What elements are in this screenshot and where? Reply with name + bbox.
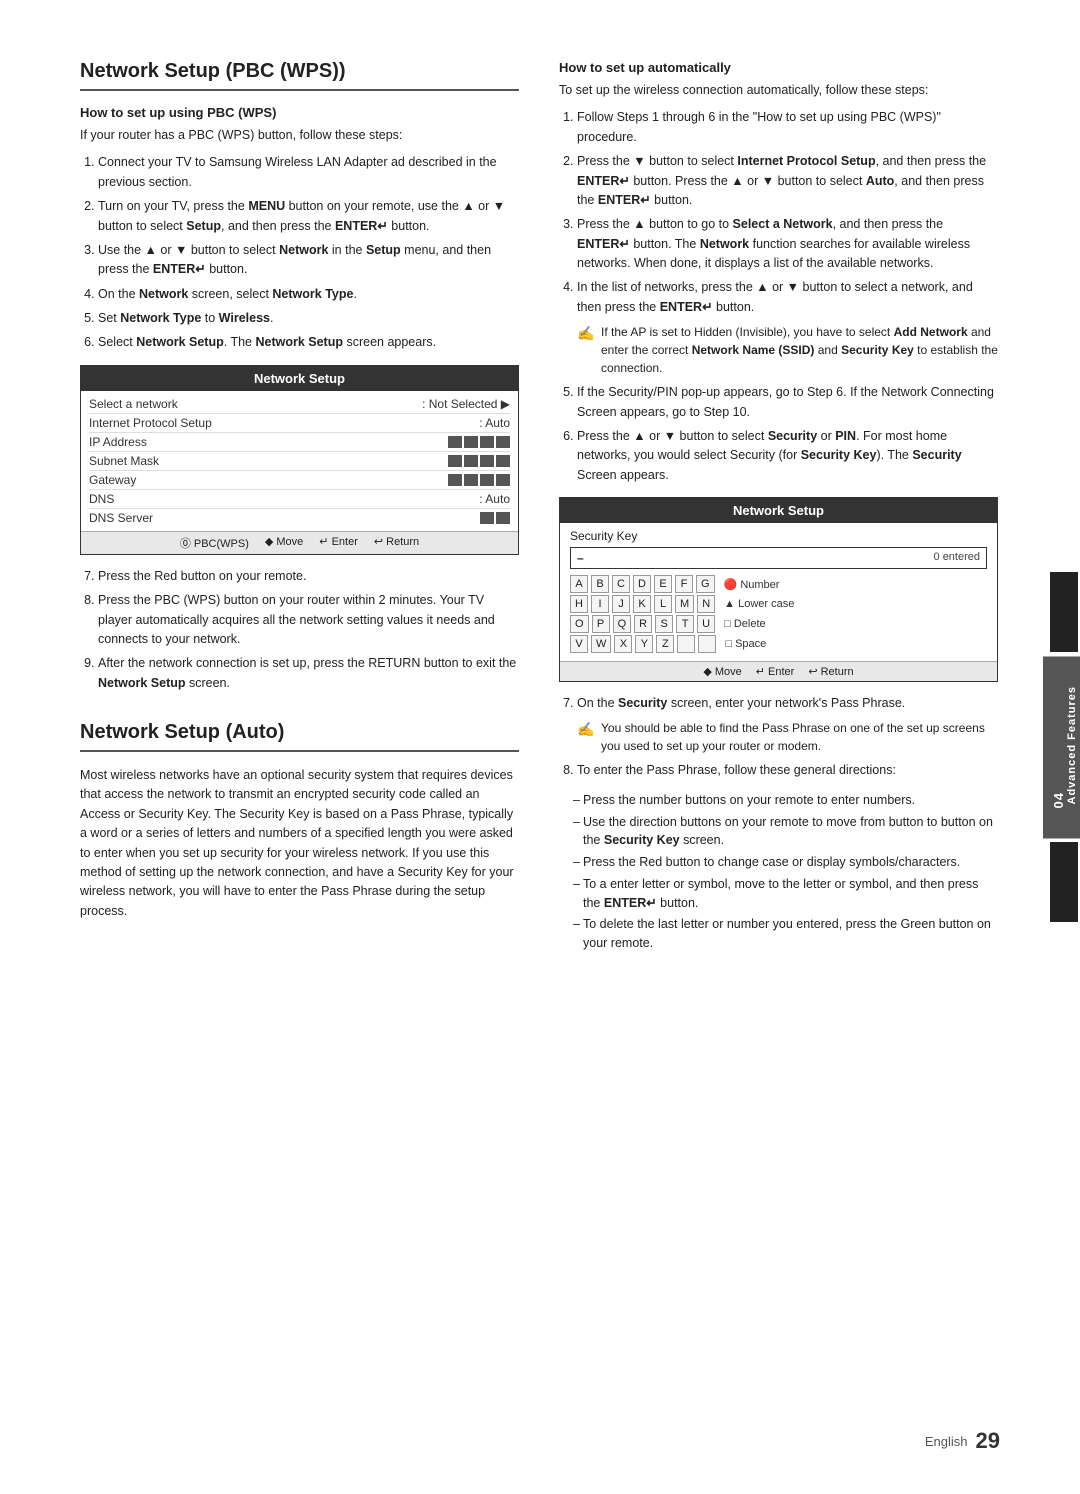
right-column: How to set up automatically To set up th… <box>559 60 998 1434</box>
subnet-pixels <box>448 455 510 467</box>
security-body: Security Key – 0 entered A B C D E F G <box>560 523 997 661</box>
network-row-select: Select a network : Not Selected ▶ <box>89 395 510 414</box>
key-row-ou: O P Q R S T U □ Delete <box>570 615 987 633</box>
step-4: On the Network screen, select Network Ty… <box>98 285 519 304</box>
step-3: Use the ▲ or ▼ button to select Network … <box>98 241 519 280</box>
auto-step-3: Press the ▲ button to go to Select a Net… <box>577 215 998 273</box>
note-hidden: If the AP is set to Hidden (Invisible), … <box>577 323 998 377</box>
step-5: Set Network Type to Wireless. <box>98 309 519 328</box>
security-footer: ◆ Move ↵ Enter ↩ Return <box>560 661 997 681</box>
network-setup-header: Network Setup <box>81 366 518 391</box>
side-tab: 04 Advanced Features <box>1048 0 1080 1494</box>
auto-step-1: Follow Steps 1 through 6 in the "How to … <box>577 108 998 147</box>
chapter-label: 04 Advanced Features <box>1043 656 1080 838</box>
dns-pixels <box>480 512 510 524</box>
security-key-label: Security Key <box>570 529 987 543</box>
step-6: Select Network Setup. The Network Setup … <box>98 333 519 352</box>
network-row-subnet: Subnet Mask <box>89 452 510 471</box>
key-row-hn: H I J K L M N ▲ Lower case <box>570 595 987 613</box>
side-black-bar-top <box>1050 572 1078 652</box>
direction-3: Press the Red button to change case or d… <box>573 853 998 872</box>
security-box: Network Setup Security Key – 0 entered A… <box>559 497 998 682</box>
auto-step-4: In the list of networks, press the ▲ or … <box>577 278 998 377</box>
ip-pixels <box>448 436 510 448</box>
direction-5: To delete the last letter or number you … <box>573 915 998 953</box>
direction-4: To a enter letter or symbol, move to the… <box>573 875 998 913</box>
direction-2: Use the direction buttons on your remote… <box>573 813 998 851</box>
page-number: 29 <box>976 1428 1000 1454</box>
section2-intro: Most wireless networks have an optional … <box>80 766 519 921</box>
network-row-dns: DNS : Auto <box>89 490 510 509</box>
page-number-bar: English 29 <box>925 1428 1000 1454</box>
security-key-input: – 0 entered <box>570 547 987 569</box>
network-row-protocol: Internet Protocol Setup : Auto <box>89 414 510 433</box>
main-content: Network Setup (PBC (WPS)) How to set up … <box>0 0 1048 1494</box>
subsection-pbc: How to set up using PBC (WPS) <box>80 105 519 120</box>
key-row-vz: V W X Y Z □ Space <box>570 635 987 653</box>
page-container: Network Setup (PBC (WPS)) How to set up … <box>0 0 1080 1494</box>
section1-intro: If your router has a PBC (WPS) button, f… <box>80 126 519 145</box>
note-passphrase: You should be able to find the Pass Phra… <box>577 719 998 755</box>
key-row-ag: A B C D E F G 🔴 Number <box>570 575 987 593</box>
side-black-bar-bottom <box>1050 842 1078 922</box>
security-header: Network Setup <box>560 498 997 523</box>
left-column: Network Setup (PBC (WPS)) How to set up … <box>80 60 519 1434</box>
auto-step-8: To enter the Pass Phrase, follow these g… <box>577 761 998 780</box>
directions-list: Press the number buttons on your remote … <box>559 791 998 953</box>
language-text: English <box>925 1434 968 1449</box>
auto-step-7: On the Security screen, enter your netwo… <box>577 694 998 755</box>
gateway-pixels <box>448 474 510 486</box>
network-setup-box: Network Setup Select a network : Not Sel… <box>80 365 519 555</box>
auto-step-6: Press the ▲ or ▼ button to select Securi… <box>577 427 998 485</box>
auto-steps-list: Follow Steps 1 through 6 in the "How to … <box>559 108 998 485</box>
steps-7-9: Press the Red button on your remote. Pre… <box>80 567 519 693</box>
auto-step-2: Press the ▼ button to select Internet Pr… <box>577 152 998 210</box>
network-setup-footer: ⓪ PBC(WPS) ◆ Move ↵ Enter ↩ Return <box>81 531 518 554</box>
network-row-gateway: Gateway <box>89 471 510 490</box>
auto-subsection-title: How to set up automatically <box>559 60 998 75</box>
network-row-dns-server: DNS Server <box>89 509 510 527</box>
auto-steps-7-8: On the Security screen, enter your netwo… <box>559 694 998 781</box>
section2-title: Network Setup (Auto) <box>80 721 519 752</box>
network-setup-body: Select a network : Not Selected ▶ Intern… <box>81 391 518 531</box>
key-entered: 0 entered <box>934 551 980 565</box>
section1-steps-list: Connect your TV to Samsung Wireless LAN … <box>80 153 519 352</box>
step-1: Connect your TV to Samsung Wireless LAN … <box>98 153 519 192</box>
auto-step-5: If the Security/PIN pop-up appears, go t… <box>577 383 998 422</box>
network-row-ip: IP Address <box>89 433 510 452</box>
direction-1: Press the number buttons on your remote … <box>573 791 998 810</box>
step-2: Turn on your TV, press the MENU button o… <box>98 197 519 236</box>
section2: Network Setup (Auto) Most wireless netwo… <box>80 721 519 921</box>
step-8: Press the PBC (WPS) button on your route… <box>98 591 519 649</box>
step-9: After the network connection is set up, … <box>98 654 519 693</box>
auto-intro: To set up the wireless connection automa… <box>559 81 998 100</box>
step-7: Press the Red button on your remote. <box>98 567 519 586</box>
section1-title: Network Setup (PBC (WPS)) <box>80 60 519 91</box>
key-dash: – <box>577 551 584 565</box>
